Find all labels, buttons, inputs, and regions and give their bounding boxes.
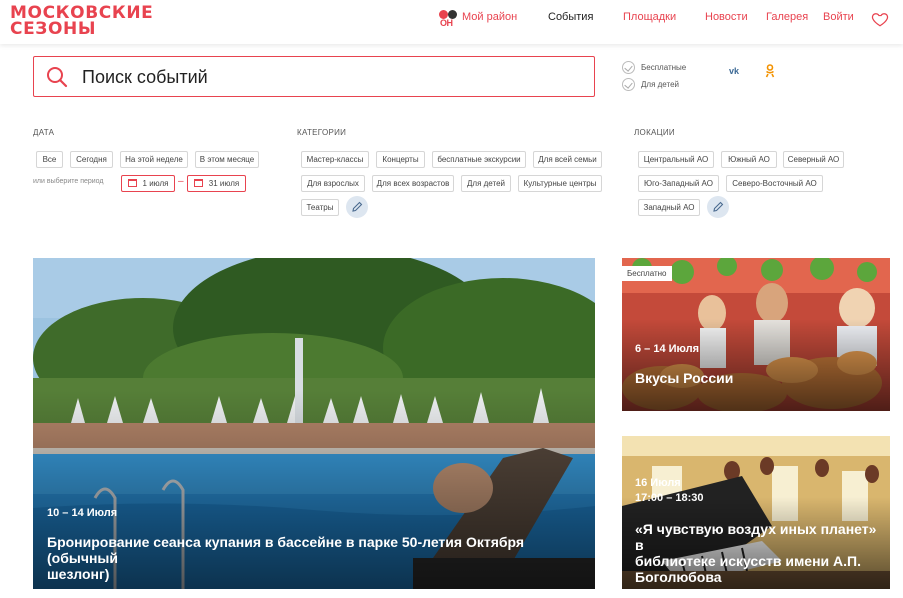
date-option-week[interactable]: На этой неделе <box>120 151 188 168</box>
nav-events[interactable]: События <box>548 11 593 23</box>
event-date: 16 Июля <box>635 477 681 489</box>
pencil-icon <box>713 201 724 212</box>
nav-gallery[interactable]: Галерея <box>766 11 808 23</box>
on-badge-text: ОН <box>440 18 453 28</box>
event-card-pool[interactable]: 10 – 14 Июля Бронирование сеанса купания… <box>33 258 595 589</box>
nav-news[interactable]: Новости <box>705 11 748 23</box>
date-from-field[interactable]: 1 июля <box>121 175 175 192</box>
category-chip[interactable]: Для детей <box>461 175 511 192</box>
event-title: Вкусы России <box>635 370 734 386</box>
location-chip[interactable]: Центральный АО <box>638 151 714 168</box>
nav-my-district[interactable]: Мой район <box>462 11 517 23</box>
site-header: МОСКОВСКИЕ СЕЗОНЫ ОН Мой район События П… <box>0 0 903 44</box>
event-title-line: шезлонг) <box>47 566 110 582</box>
date-option-all[interactable]: Все <box>36 151 63 168</box>
filter-free-label: Бесплатные <box>641 63 687 72</box>
logo-line-2: СЕЗОНЫ <box>10 19 97 39</box>
calendar-icon <box>127 178 137 187</box>
free-badge: Бесплатно <box>622 266 672 281</box>
category-chip[interactable]: Мастер-классы <box>301 151 369 168</box>
category-chip[interactable]: бесплатные экскурсии <box>432 151 526 168</box>
location-chip[interactable]: Северо-Восточный АО <box>726 175 823 192</box>
edit-categories-button[interactable] <box>346 196 368 218</box>
category-chip[interactable]: Культурные центры <box>518 175 602 192</box>
svg-text:vk: vk <box>729 66 740 75</box>
vk-icon[interactable]: vk <box>729 66 744 75</box>
location-chip[interactable]: Западный АО <box>638 199 700 216</box>
event-time: 17:00 – 18:30 <box>635 492 704 504</box>
date-to-value: 31 июля <box>208 179 240 188</box>
locations-section-title: ЛОКАЦИИ <box>634 128 675 137</box>
date-section-title: ДАТА <box>33 128 55 137</box>
event-date: 10 – 14 Июля <box>47 507 118 519</box>
check-icon <box>622 61 635 74</box>
date-from-value: 1 июля <box>142 179 169 188</box>
period-separator: – <box>178 176 184 187</box>
category-chip[interactable]: Театры <box>301 199 339 216</box>
nav-venues[interactable]: Площадки <box>623 11 676 23</box>
check-icon <box>622 78 635 91</box>
event-title-line: библиотеке искусств имени А.П. <box>635 553 861 569</box>
categories-section-title: КАТЕГОРИИ <box>297 128 347 137</box>
event-title: «Я чувствую воздух иных планет» в библио… <box>635 521 885 585</box>
ok-icon[interactable] <box>765 64 775 78</box>
date-to-field[interactable]: 31 июля <box>187 175 246 192</box>
site-logo[interactable]: МОСКОВСКИЕ СЕЗОНЫ <box>10 5 153 39</box>
event-title-line: «Я чувствую воздух иных планет» в <box>635 521 877 553</box>
date-option-month[interactable]: В этом месяце <box>195 151 259 168</box>
heart-icon[interactable] <box>871 10 889 28</box>
category-chip[interactable]: Для всех возрастов <box>372 175 454 192</box>
on-icon[interactable]: ОН <box>439 10 457 28</box>
event-card-tastes[interactable]: Бесплатно 6 – 14 Июля Вкусы России <box>622 258 890 411</box>
calendar-icon <box>193 178 203 187</box>
filter-kids-label: Для детей <box>641 80 679 89</box>
location-chip[interactable]: Северный АО <box>783 151 844 168</box>
category-chip[interactable]: Для всей семьи <box>533 151 602 168</box>
event-title-line: Боголюбова <box>635 569 722 585</box>
event-date: 6 – 14 Июля <box>635 343 700 355</box>
period-note: или выберите период <box>33 178 104 185</box>
event-title: Бронирование сеанса купания в бассейне в… <box>47 534 587 582</box>
event-title-line: Бронирование сеанса купания в бассейне в… <box>47 534 525 566</box>
date-option-today[interactable]: Сегодня <box>70 151 113 168</box>
pencil-icon <box>352 201 363 212</box>
search-box <box>33 56 595 97</box>
card-shade <box>622 319 890 411</box>
search-input[interactable] <box>82 63 582 91</box>
nav-login[interactable]: Войти <box>823 11 854 23</box>
location-chip[interactable]: Южный АО <box>721 151 777 168</box>
category-chip[interactable]: Для взрослых <box>301 175 365 192</box>
event-card-library[interactable]: 16 Июля 17:00 – 18:30 «Я чувствую воздух… <box>622 436 890 589</box>
location-chip[interactable]: Юго-Западный АО <box>638 175 719 192</box>
search-icon[interactable] <box>46 66 68 88</box>
category-chip[interactable]: Концерты <box>376 151 425 168</box>
edit-locations-button[interactable] <box>707 196 729 218</box>
